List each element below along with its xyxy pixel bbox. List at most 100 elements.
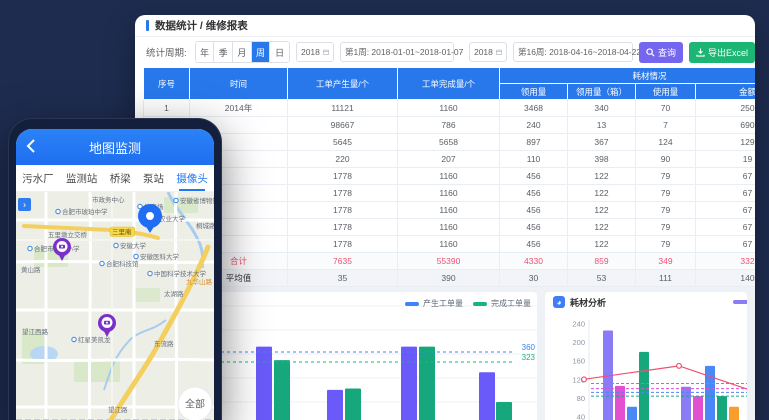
phone-mockup: 地图监测 污水厂监测站桥梁泵站摄像头 xyxy=(8,118,222,420)
year-from-select[interactable]: 2018 xyxy=(296,42,334,62)
table-cell: 786 xyxy=(398,117,500,134)
bar xyxy=(681,387,691,420)
col-header: 序号 xyxy=(144,68,190,100)
period-option-日[interactable]: 日 xyxy=(270,42,289,62)
svg-text:望江路: 望江路 xyxy=(108,405,128,414)
table-cell: 70 xyxy=(636,100,696,117)
phone-header: 地图监测 xyxy=(16,129,214,165)
avg-row: 平均值353903053111140 xyxy=(144,270,756,287)
period-option-季[interactable]: 季 xyxy=(214,42,233,62)
phone-screen: 地图监测 污水厂监测站桥梁泵站摄像头 xyxy=(16,129,214,420)
col-header: 工单完成量/个 xyxy=(398,68,500,100)
week-from-input[interactable]: 第1周: 2018-01-01~2018-01-07 xyxy=(340,42,454,62)
table-cell: 250 xyxy=(696,100,756,117)
legend-label: 完成工单量 xyxy=(491,298,531,309)
map[interactable]: 市政务中心合肥市琥珀中学体育场安徽农业大学安徽省博物馆桐城路五里墩立交桥三里庵合… xyxy=(16,192,214,420)
bar xyxy=(419,347,435,420)
map-label: 太湖路 xyxy=(164,289,184,298)
table-cell: 30 xyxy=(500,270,568,287)
phone-tab-污水厂[interactable]: 污水厂 xyxy=(22,166,54,191)
report-table-wrap: 序号 时间 工单产生量/个 工单完成量/个 耗材情况 领用量领用量（箱）使用量金… xyxy=(143,67,755,287)
table-cell: 2014年 xyxy=(190,100,288,117)
map-label: 市政务中心 xyxy=(92,195,125,204)
table-row: 98667786240137690 xyxy=(144,117,756,134)
svg-text:360: 360 xyxy=(522,343,536,352)
bar xyxy=(345,388,361,420)
table-cell: 7 xyxy=(636,117,696,134)
export-excel-button[interactable]: 导出Excel xyxy=(689,42,755,63)
period-option-周[interactable]: 周 xyxy=(252,42,271,62)
table-cell: 122 xyxy=(568,202,636,219)
phone-tab-桥梁[interactable]: 桥梁 xyxy=(110,166,131,191)
svg-text:›: › xyxy=(23,200,26,210)
table-cell: 1778 xyxy=(288,185,398,202)
consumables-chart-card: ◕ 耗材分析 2402001601208040 xyxy=(545,292,747,420)
map-label: 红星美凯龙 xyxy=(72,335,111,344)
table-cell: 690 xyxy=(696,117,756,134)
map-expand-button[interactable]: › xyxy=(18,198,31,211)
bar xyxy=(705,366,715,420)
bar xyxy=(274,360,290,420)
table-cell: 349 xyxy=(636,253,696,270)
table-cell: 1 xyxy=(144,100,190,117)
chevron-left-icon xyxy=(26,138,36,154)
table-cell: 456 xyxy=(500,236,568,253)
bar xyxy=(729,407,739,420)
show-all-button[interactable]: 全部 xyxy=(178,387,212,420)
table-cell: 129 xyxy=(696,134,756,151)
svg-text:安徽大学: 安徽大学 xyxy=(120,241,147,250)
table-cell: 220 xyxy=(288,151,398,168)
chart-legend: 产生工单量 完成工单量 xyxy=(405,298,531,309)
map-label: 黄山路 xyxy=(21,265,41,274)
table-cell: 79 xyxy=(636,202,696,219)
svg-text:40: 40 xyxy=(577,413,585,420)
table-cell: 3468 xyxy=(500,100,568,117)
chart-icon: ◕ xyxy=(553,296,565,308)
table-cell: 122 xyxy=(568,236,636,253)
table-cell: 1778 xyxy=(288,236,398,253)
legend-mark-purple[interactable] xyxy=(733,300,747,304)
table-cell: 456 xyxy=(500,219,568,236)
table-cell: 5645 xyxy=(288,134,398,151)
phone-tab-摄像头[interactable]: 摄像头 xyxy=(176,166,208,191)
phone-tab-监测站[interactable]: 监测站 xyxy=(66,166,98,191)
svg-text:80: 80 xyxy=(577,394,585,403)
bar xyxy=(327,390,343,420)
table-cell: 1160 xyxy=(398,100,500,117)
table-cell: 1160 xyxy=(398,185,500,202)
legend-item[interactable]: 完成工单量 xyxy=(473,298,531,309)
table-cell: 456 xyxy=(500,202,568,219)
period-option-月[interactable]: 月 xyxy=(233,42,252,62)
table-cell: 1160 xyxy=(398,219,500,236)
table-cell: 79 xyxy=(636,168,696,185)
back-button[interactable] xyxy=(26,138,36,159)
table-cell: 122 xyxy=(568,168,636,185)
svg-text:三里庵: 三里庵 xyxy=(112,227,132,236)
accent-bar xyxy=(146,20,149,31)
map-label: 望江路 xyxy=(108,405,128,414)
table-cell: 1160 xyxy=(398,168,500,185)
filter-toolbar: 统计周期: 年季月周日 2018 第1周: 2018-01-01~2018-01… xyxy=(135,37,755,67)
svg-text:望江西路: 望江西路 xyxy=(22,327,49,336)
table-cell: 122 xyxy=(568,219,636,236)
query-button[interactable]: 查询 xyxy=(639,42,683,63)
map-label: 望江西路 xyxy=(22,327,49,336)
table-cell: 1778 xyxy=(288,219,398,236)
period-option-年[interactable]: 年 xyxy=(196,42,215,62)
table-cell: 111 xyxy=(636,270,696,287)
table-cell: 19 xyxy=(696,151,756,168)
year-to-select[interactable]: 2018 xyxy=(469,42,507,62)
svg-text:323: 323 xyxy=(522,353,536,362)
phone-tab-泵站[interactable]: 泵站 xyxy=(143,166,164,191)
sub-col-header: 领用量 xyxy=(500,84,568,100)
week-to-input[interactable]: 第16周: 2018-04-16~2018-04-22 xyxy=(513,42,633,62)
calendar-icon xyxy=(323,48,329,56)
table-cell: 1160 xyxy=(398,202,500,219)
table-cell: 456 xyxy=(500,168,568,185)
legend-item[interactable]: 产生工单量 xyxy=(405,298,463,309)
map-label: 合肥科技馆 xyxy=(100,259,139,268)
table-cell: 53 xyxy=(568,270,636,287)
phone-title: 地图监测 xyxy=(89,138,141,157)
col-header: 工单产生量/个 xyxy=(288,68,398,100)
svg-text:九华山路: 九华山路 xyxy=(186,277,213,286)
